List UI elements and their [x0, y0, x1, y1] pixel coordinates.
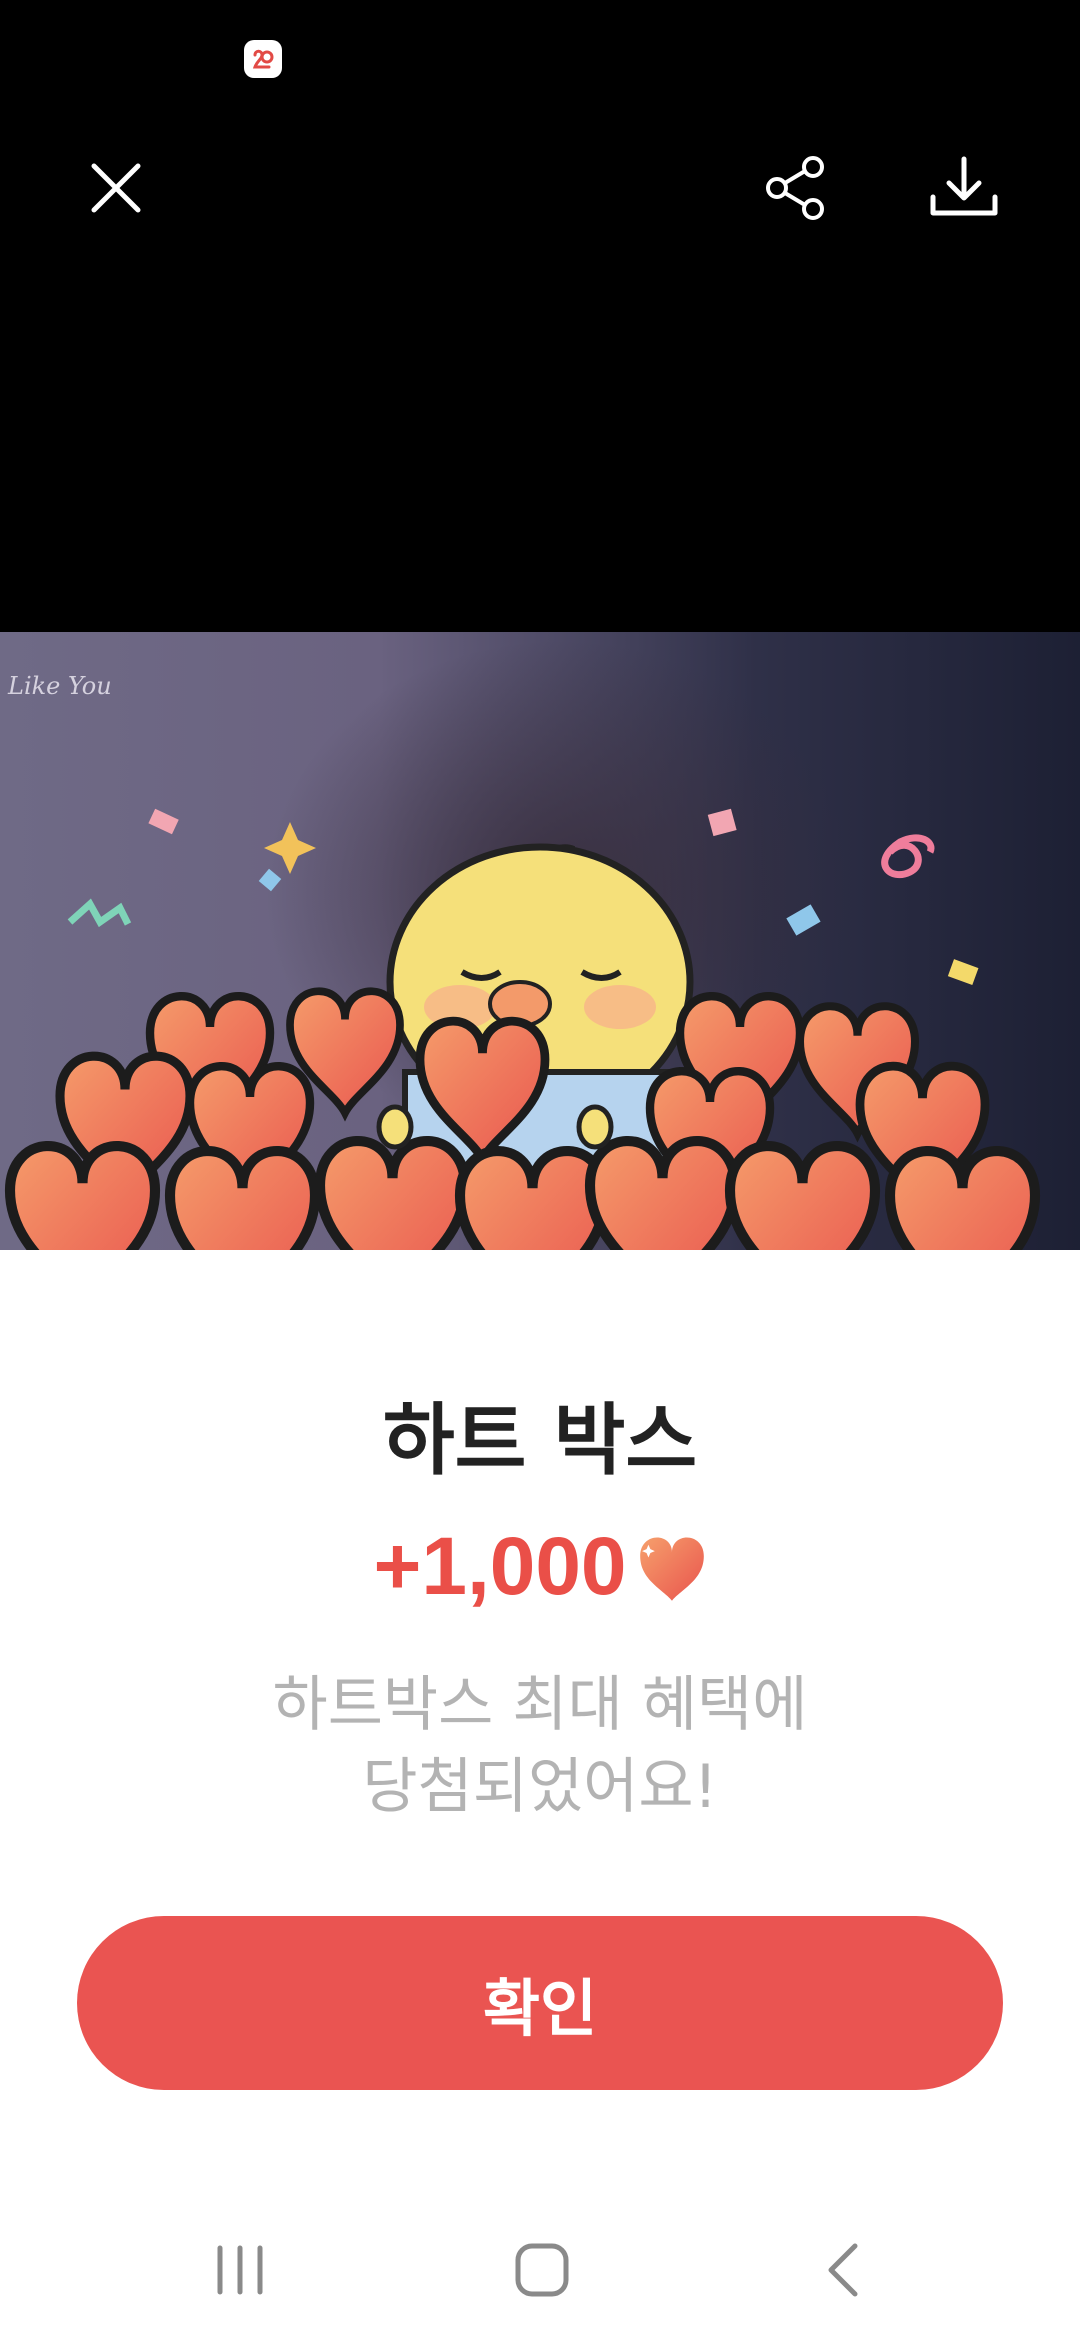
- top-bar: [0, 0, 1080, 632]
- reward-amount: +1,000: [373, 1521, 627, 1612]
- back-icon: [828, 2243, 858, 2297]
- message-line-2: 당첨되었어요!: [362, 1752, 718, 1822]
- recents-icon: [217, 2245, 263, 2295]
- recents-button[interactable]: [190, 2230, 290, 2310]
- close-icon: [91, 163, 141, 213]
- download-icon: [930, 156, 998, 216]
- heart-box-sticker: [0, 808, 1080, 1252]
- system-nav-bar: [0, 2200, 1080, 2340]
- dialog-message: 하트박스 최대 혜택에 당첨되었어요!: [0, 1664, 1080, 1828]
- notification-icon: [244, 40, 282, 78]
- watermark: Like You: [8, 672, 112, 700]
- close-button[interactable]: [76, 148, 156, 228]
- media-preview: Like You: [0, 632, 1080, 1252]
- reward-row: +1,000: [0, 1520, 1080, 1614]
- share-button[interactable]: [756, 148, 836, 228]
- dialog-title: 하트 박스: [382, 1396, 698, 1486]
- home-icon: [515, 2243, 569, 2297]
- confirm-button[interactable]: 확인: [77, 1916, 1003, 2090]
- share-icon: [766, 156, 824, 220]
- download-button[interactable]: [924, 148, 1004, 228]
- message-line-1: 하트박스 최대 혜택에: [272, 1670, 808, 1740]
- heart-icon: [639, 1537, 704, 1601]
- home-button[interactable]: [492, 2230, 592, 2310]
- back-button[interactable]: [795, 2230, 895, 2310]
